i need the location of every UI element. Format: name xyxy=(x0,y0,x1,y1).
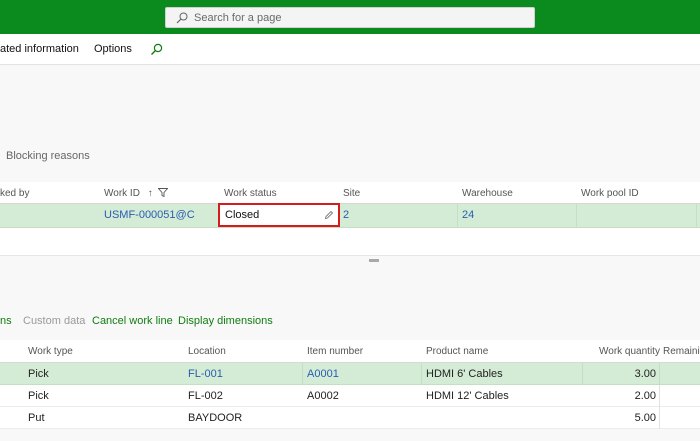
table-row[interactable]: Put BAYDOOR 5.00 xyxy=(0,407,700,429)
search-icon xyxy=(176,12,188,23)
column-divider xyxy=(576,204,577,228)
find-icon[interactable] xyxy=(150,43,164,57)
column-header-site[interactable]: Site xyxy=(343,188,360,199)
work-id-link[interactable]: USMF-000051@C xyxy=(104,209,195,221)
filter-icon[interactable] xyxy=(157,188,168,198)
column-divider xyxy=(659,407,660,429)
toolbar-truncated-item[interactable]: ns xyxy=(0,315,12,327)
location-cell: BAYDOOR xyxy=(188,412,243,424)
table-row[interactable]: USMF-000051@C 2 24 xyxy=(0,204,700,228)
column-header-work-quantity[interactable]: Work quantity xyxy=(599,346,660,357)
work-status-value: Closed xyxy=(225,209,260,221)
column-divider xyxy=(457,204,458,228)
table-row[interactable]: Pick FL-002 A0002 HDMI 12' Cables 2.00 xyxy=(0,385,700,407)
product-name-cell: HDMI 12' Cables xyxy=(426,390,509,402)
action-pane: ated information Options xyxy=(0,34,700,65)
search-box[interactable]: Search for a page xyxy=(165,7,535,28)
location-link[interactable]: FL-001 xyxy=(188,368,223,380)
custom-data-button[interactable]: Custom data xyxy=(23,315,85,327)
work-lines-toolbar: ns Custom data Cancel work line Display … xyxy=(0,310,700,332)
pane-splitter xyxy=(0,256,700,296)
column-header-work-id[interactable]: Work ID ↑ xyxy=(104,188,168,199)
work-quantity-cell: 3.00 xyxy=(634,368,656,380)
work-id-header-label: Work ID xyxy=(104,188,140,199)
column-header-product-name[interactable]: Product name xyxy=(426,346,488,357)
blocking-reasons-tab[interactable]: Blocking reasons xyxy=(6,150,90,162)
location-cell: FL-002 xyxy=(188,390,223,402)
work-type-cell: Pick xyxy=(28,390,49,402)
empty-grid-area xyxy=(0,228,700,256)
site-link[interactable]: 2 xyxy=(343,209,349,221)
column-header-locked-by[interactable]: ked by xyxy=(0,188,29,199)
search-placeholder: Search for a page xyxy=(194,11,282,24)
work-lines-grid-header: Work type Location Item number Product n… xyxy=(0,340,700,363)
column-header-location[interactable]: Location xyxy=(188,346,226,357)
column-divider xyxy=(421,363,422,385)
work-quantity-cell: 5.00 xyxy=(634,412,656,424)
item-number-cell: A0002 xyxy=(307,390,339,402)
work-quantity-cell: 2.00 xyxy=(634,390,656,402)
work-type-cell: Pick xyxy=(28,368,49,380)
options-tab[interactable]: Options xyxy=(94,43,132,55)
column-header-warehouse[interactable]: Warehouse xyxy=(462,188,513,199)
column-header-work-pool-id[interactable]: Work pool ID xyxy=(581,188,639,199)
product-name-cell: HDMI 6' Cables xyxy=(426,368,503,380)
top-navigation-bar: Search for a page xyxy=(0,0,700,34)
table-row[interactable]: Pick FL-001 A0001 HDMI 6' Cables 3.00 xyxy=(0,363,700,385)
warehouse-link[interactable]: 24 xyxy=(462,209,474,221)
column-divider xyxy=(659,385,660,407)
splitter-handle[interactable] xyxy=(369,259,379,262)
column-divider xyxy=(696,204,697,228)
item-number-link[interactable]: A0001 xyxy=(307,368,339,380)
work-grid-header: ked by Work ID ↑ Work status Site Wareho… xyxy=(0,182,700,204)
column-header-work-type[interactable]: Work type xyxy=(28,346,73,357)
edit-pencil-icon xyxy=(324,210,334,220)
display-dimensions-button[interactable]: Display dimensions xyxy=(178,315,273,327)
column-header-remaining[interactable]: Remainin xyxy=(663,346,700,357)
column-divider xyxy=(659,363,660,385)
column-header-work-status[interactable]: Work status xyxy=(224,188,277,199)
sort-ascending-icon[interactable]: ↑ xyxy=(148,188,153,199)
work-status-field[interactable]: Closed xyxy=(218,203,340,227)
column-divider xyxy=(582,363,583,385)
cancel-work-line-button[interactable]: Cancel work line xyxy=(92,315,173,327)
column-header-item-number[interactable]: Item number xyxy=(307,346,363,357)
related-information-tab[interactable]: ated information xyxy=(0,43,79,55)
work-type-cell: Put xyxy=(28,412,45,424)
column-divider xyxy=(302,363,303,385)
